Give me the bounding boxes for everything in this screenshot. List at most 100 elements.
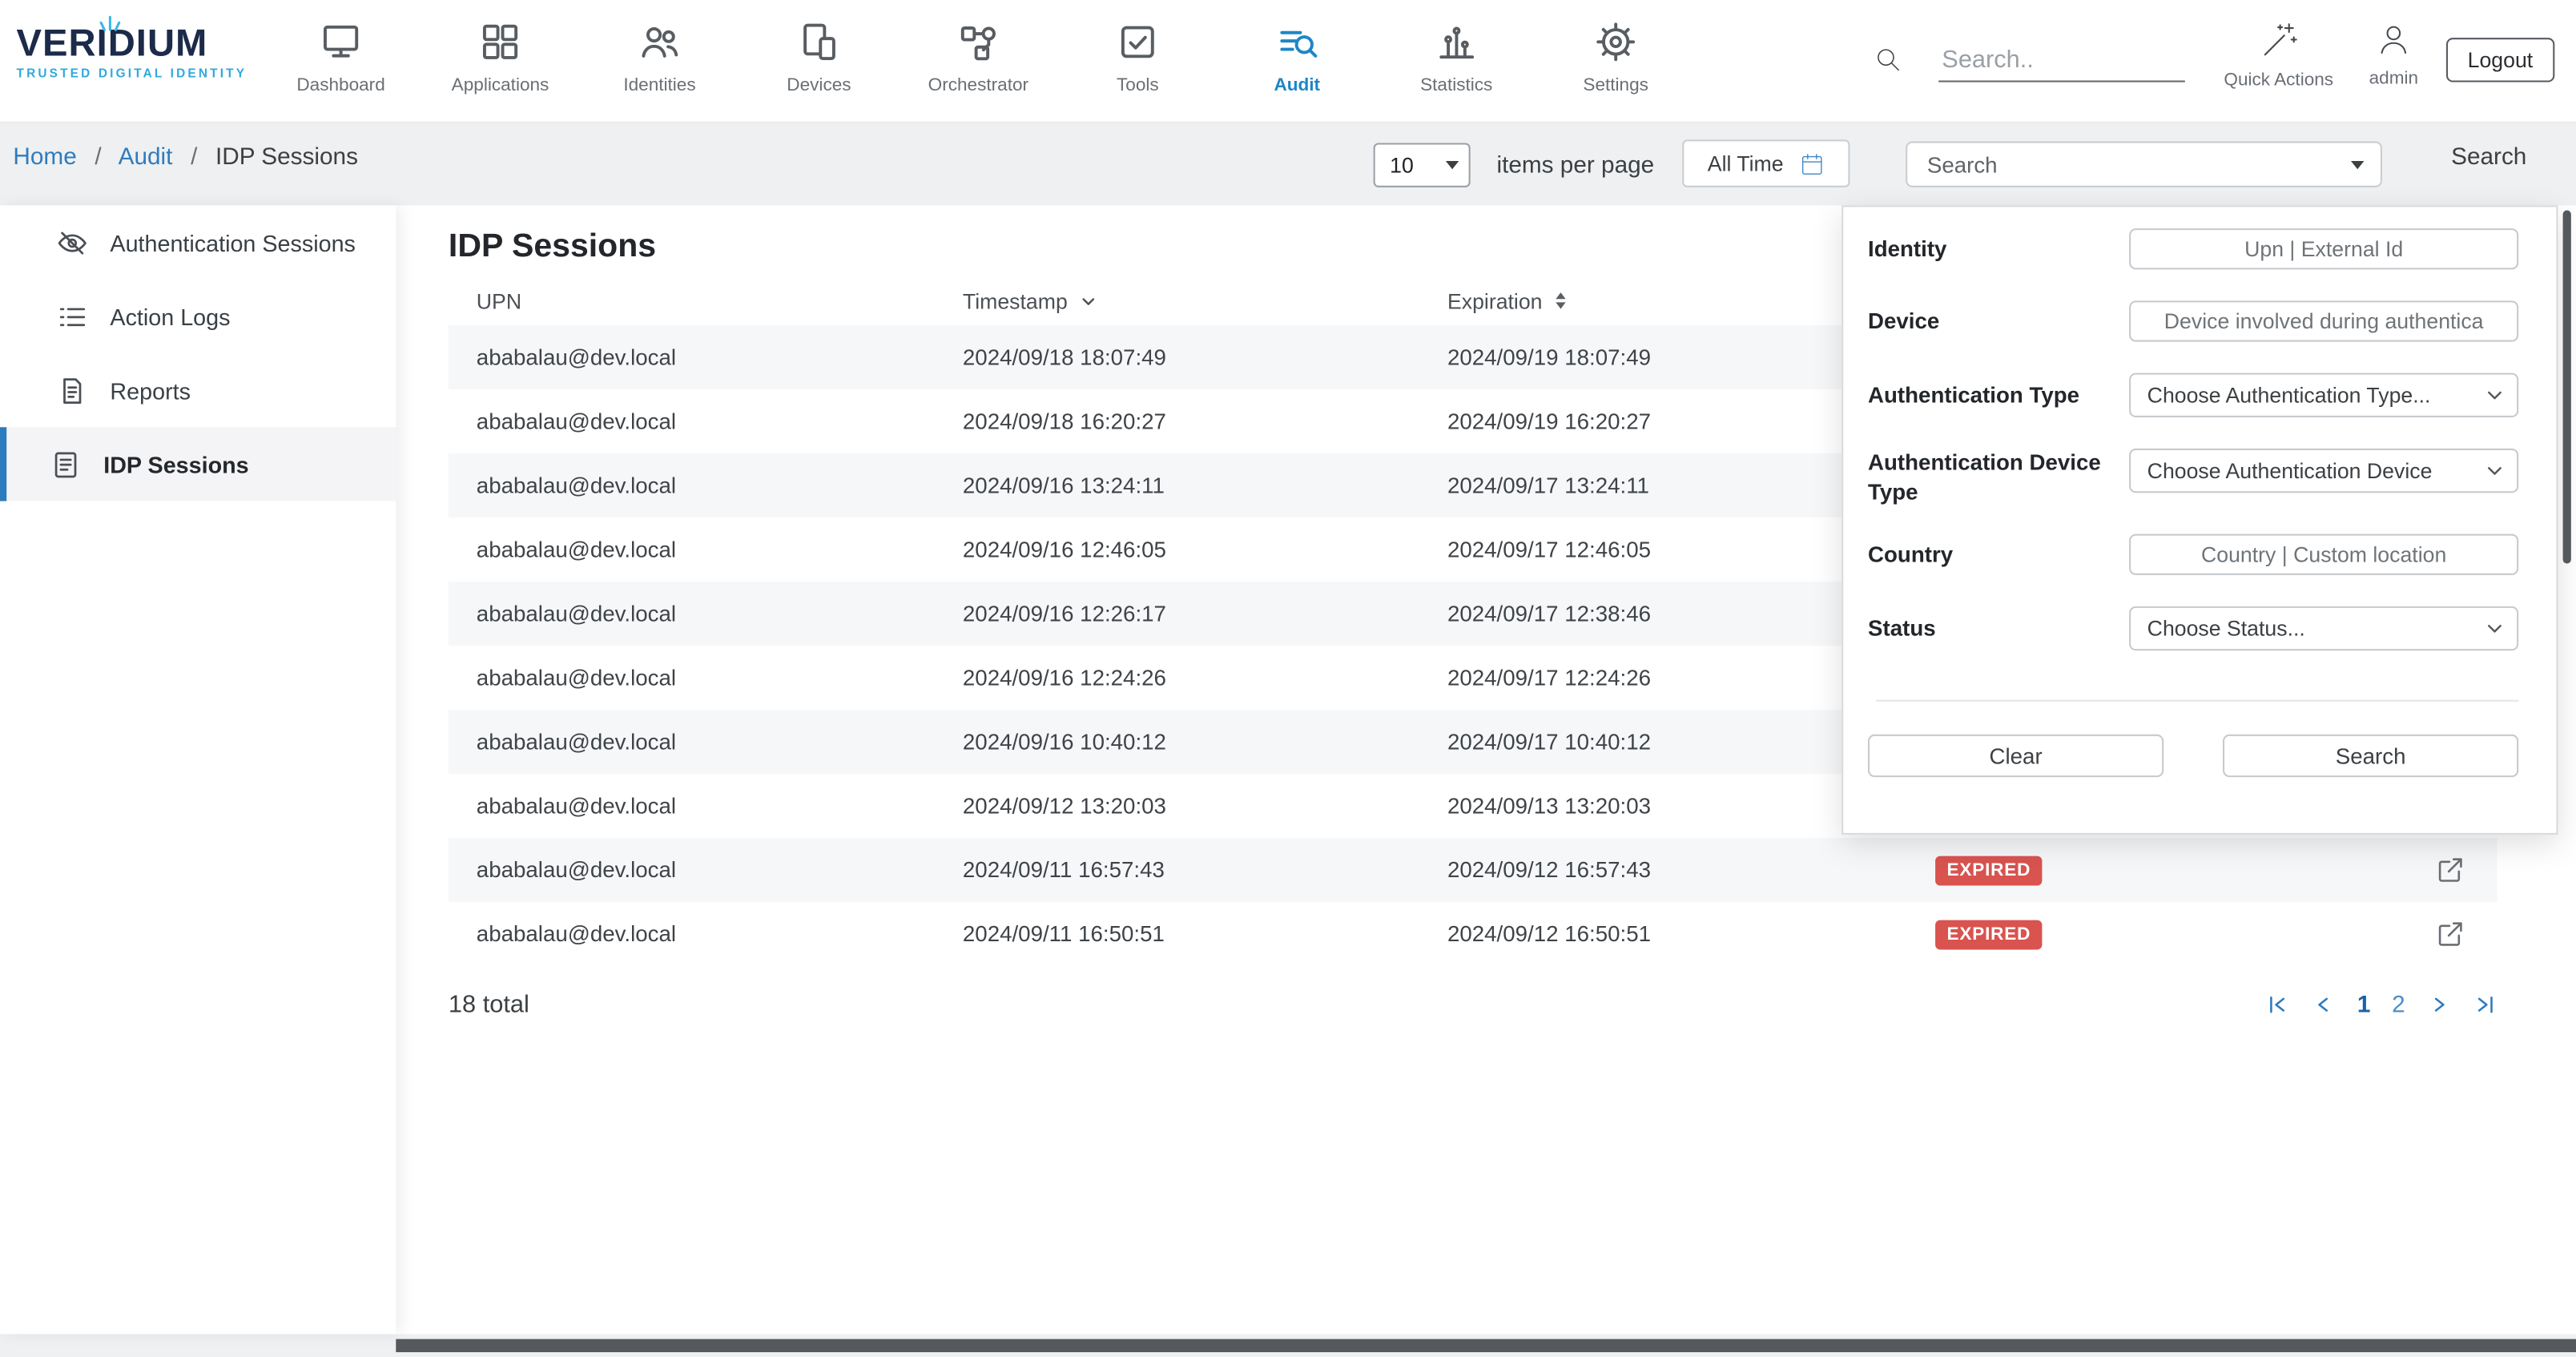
cell-timestamp: 2024/09/16 12:46:05 [935,538,1419,562]
chevron-down-icon [2484,618,2506,639]
pagination-first-button[interactable] [2265,993,2290,1017]
nav-item-applications[interactable]: Applications [421,0,580,123]
cell-expiration: 2024/09/19 16:20:27 [1419,409,1907,434]
status-select[interactable]: Choose Status... [2129,606,2518,650]
table-search-combobox[interactable]: Search [1906,141,2382,187]
pagination-prev-button[interactable] [2311,993,2336,1017]
top-navbar: VERIDIUM TRUSTED DIGITAL IDENTITY Dashbo… [0,0,2576,123]
pagination-bar: 18 total 12 [449,991,2498,1019]
nav-item-statistics[interactable]: Statistics [1377,0,1536,123]
cell-timestamp: 2024/09/16 12:26:17 [935,602,1419,626]
sidebar: Authentication Sessions Action Logs Report… [0,205,396,1334]
cell-expiration: 2024/09/17 13:24:11 [1419,473,1907,498]
status-badge: EXPIRED [1935,856,2043,885]
filter-label: Authentication Type [1868,381,2129,410]
items-per-page-value: 10 [1390,153,1414,178]
nav-item-orchestrator[interactable]: Orchestrator [899,0,1058,123]
user-menu[interactable]: admin [2356,20,2431,89]
chevron-down-icon [2484,385,2506,406]
pagination-page-1[interactable]: 1 [2357,992,2371,1018]
column-header-expiration[interactable]: Expiration [1419,288,1907,313]
breadcrumb-home[interactable]: Home [13,144,76,171]
filter-row-authentication-device-type: Authentication Device TypeChoose Authent… [1868,449,2518,508]
filter-row-identity: Identity [1868,228,2518,269]
chevron-down-icon [2484,460,2506,481]
sidebar-item-idp-sessions[interactable]: IDP Sessions [0,427,396,501]
filter-panel: IdentityDeviceAuthentication TypeChoose … [1841,205,2558,835]
pagination: 12 [2265,992,2498,1018]
cell-timestamp: 2024/09/11 16:57:43 [935,858,1419,883]
nav-item-dashboard[interactable]: Dashboard [261,0,421,123]
authentication-type-select[interactable]: Choose Authentication Type... [2129,373,2518,417]
sidebar-item-label: Authentication Sessions [110,229,355,256]
audit-icon [1275,20,1319,64]
cell-timestamp: 2024/09/16 10:40:12 [935,730,1419,755]
identity-input[interactable] [2129,228,2518,269]
open-session-button[interactable] [2435,919,2466,950]
pagination-next-button[interactable] [2426,993,2451,1017]
page-next-icon [2426,993,2451,1017]
open-session-button[interactable] [2435,855,2466,886]
sidebar-item-reports[interactable]: Reports [0,353,396,427]
nav-item-audit[interactable]: Audit [1218,0,1377,123]
items-per-page-label: items per page [1496,153,1654,179]
page-prev-icon [2311,993,2336,1017]
column-header-upn[interactable]: UPN [449,288,935,313]
chevron-down-icon [2351,160,2364,168]
wand-icon [2258,20,2299,61]
horizontal-scrollbar[interactable] [396,1339,2576,1352]
column-header-timestamp[interactable]: Timestamp [935,288,1419,313]
cell-timestamp: 2024/09/18 16:20:27 [935,409,1419,434]
sidebar-item-authentication-sessions[interactable]: Authentication Sessions [0,205,396,279]
filter-row-country: Country [1868,534,2518,575]
breadcrumb-audit[interactable]: Audit [119,144,173,171]
nav-item-tools[interactable]: Tools [1058,0,1218,123]
nav-item-identities[interactable]: Identities [580,0,739,123]
pagination-page-2[interactable]: 2 [2392,992,2405,1018]
time-filter-button[interactable]: All Time [1682,139,1849,187]
cell-upn: ababalau@dev.local [449,794,935,819]
column-header-label: Expiration [1447,288,1543,313]
calendar-icon [1798,151,1825,177]
page-last-icon [2473,993,2498,1017]
brand-tagline: TRUSTED DIGITAL IDENTITY [17,66,280,80]
global-search-input[interactable] [1938,39,2185,82]
cell-expiration: 2024/09/17 12:38:46 [1419,602,1907,626]
sort-desc-icon [1079,292,1097,310]
authentication-device-type-select[interactable]: Choose Authentication Device [2129,449,2518,493]
pagination-last-button[interactable] [2473,993,2498,1017]
items-per-page-select[interactable]: 10 [1374,143,1471,187]
sidebar-item-label: Action Logs [110,303,230,329]
nav-item-settings[interactable]: Settings [1536,0,1696,123]
cell-upn: ababalau@dev.local [449,409,935,434]
status-badge: EXPIRED [1935,920,2043,949]
cell-upn: ababalau@dev.local [449,538,935,562]
quick-actions-button[interactable]: Quick Actions [2221,20,2337,91]
sidebar-item-action-logs[interactable]: Action Logs [0,280,396,353]
nav-item-devices[interactable]: Devices [739,0,899,123]
nav-item-label: Orchestrator [928,75,1028,95]
cell-upn: ababalau@dev.local [449,858,935,883]
filter-label: Status [1868,614,2129,643]
filter-label: Device [1868,307,2129,336]
select-value: Choose Authentication Device [2147,458,2433,483]
primary-nav: DashboardApplicationsIdentitiesDevices Or… [261,0,1696,123]
cell-actions [2404,919,2498,950]
filter-row-device: Device [1868,300,2518,341]
country-input[interactable] [2129,534,2518,575]
logout-button[interactable]: Logout [2446,38,2554,82]
page: VERIDIUM TRUSTED DIGITAL IDENTITY Dashbo… [0,0,2576,1357]
brand-logo[interactable]: VERIDIUM TRUSTED DIGITAL IDENTITY [17,25,280,81]
table-row: ababalau@dev.local2024/09/11 16:57:43202… [449,838,2498,902]
cell-expiration: 2024/09/12 16:50:51 [1419,922,1907,947]
filter-clear-button[interactable]: Clear [1868,735,2163,777]
breadcrumb-current: IDP Sessions [215,144,358,171]
filter-search-button[interactable]: Search [2223,735,2518,777]
devices-icon [797,20,841,64]
device-input[interactable] [2129,300,2518,341]
total-count: 18 total [449,991,529,1019]
vertical-scrollbar[interactable] [2563,211,2571,564]
settings-icon [1593,20,1637,64]
toolbar-search-button[interactable]: Search [2451,144,2526,171]
cell-actions [2404,855,2498,886]
